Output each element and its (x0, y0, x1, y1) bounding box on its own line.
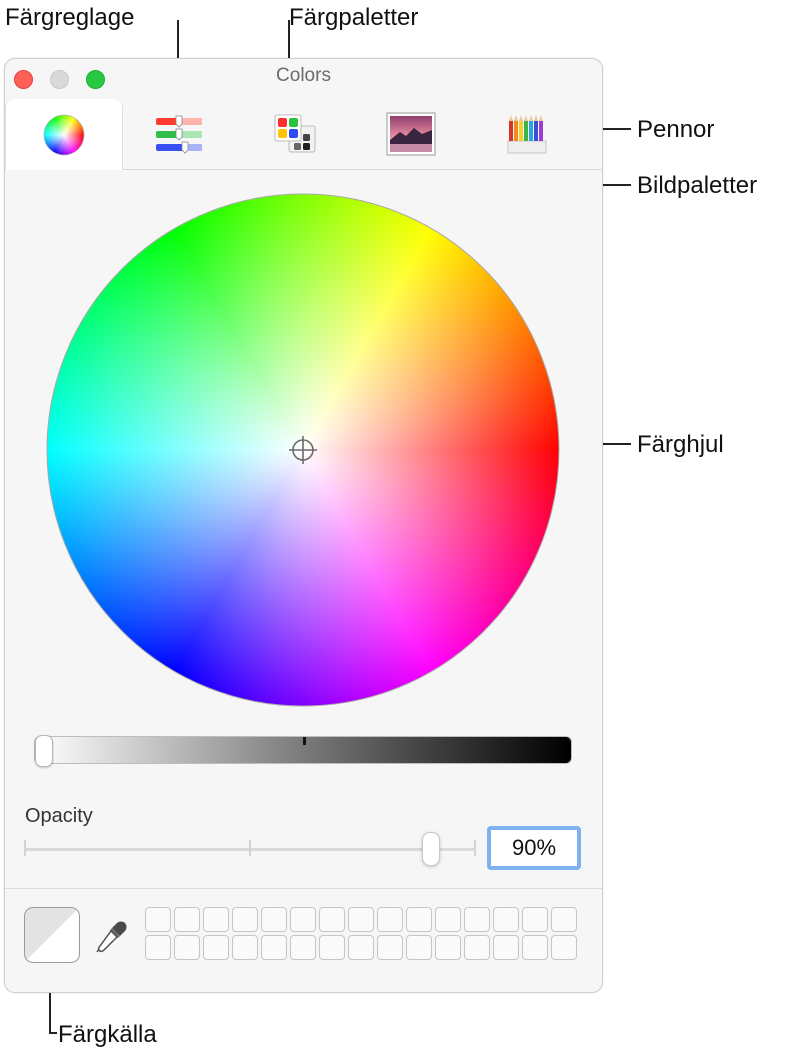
opacity-label: Opacity (25, 805, 93, 827)
color-swatch[interactable] (145, 935, 171, 960)
callout-pencils: Pennor (637, 116, 715, 143)
colors-window: Colors Opacity 90% (4, 58, 603, 993)
opacity-tick (249, 840, 251, 856)
window-title: Colors (276, 65, 331, 86)
brightness-slider-knob[interactable] (35, 735, 53, 767)
callout-image-palettes: Bildpaletter (637, 172, 758, 199)
color-swatch[interactable] (406, 935, 432, 960)
color-swatch[interactable] (464, 907, 490, 932)
color-swatch[interactable] (232, 907, 258, 932)
color-swatch[interactable] (348, 907, 374, 932)
opacity-slider-fill (25, 848, 430, 851)
color-swatch[interactable] (522, 907, 548, 932)
color-wheel-icon (43, 114, 85, 155)
color-swatch[interactable] (203, 907, 229, 932)
palette-icon (274, 114, 316, 153)
callout-color-wheel: Färghjul (637, 431, 724, 458)
color-swatch[interactable] (493, 935, 519, 960)
color-swatch[interactable] (435, 935, 461, 960)
color-swatch[interactable] (493, 907, 519, 932)
color-swatch[interactable] (551, 935, 577, 960)
brightness-marker (303, 737, 306, 745)
color-source-swatch[interactable] (24, 907, 80, 963)
color-swatch[interactable] (261, 907, 287, 932)
eyedropper-icon (96, 921, 127, 953)
leader-line (49, 1032, 57, 1034)
color-swatch[interactable] (290, 935, 316, 960)
tab-color-sliders[interactable] (121, 99, 237, 169)
color-swatch[interactable] (203, 935, 229, 960)
tab-color-wheel[interactable] (5, 99, 123, 170)
opacity-tick (24, 840, 26, 856)
color-wheel[interactable] (45, 192, 561, 708)
callout-color-palettes: Färgpaletter (289, 4, 419, 31)
brightness-slider[interactable] (34, 735, 572, 767)
title-bar: Colors (5, 59, 602, 99)
opacity-slider-knob[interactable] (422, 832, 440, 866)
callout-color-sliders: Färgreglage (5, 4, 135, 31)
color-swatch[interactable] (319, 935, 345, 960)
color-swatch[interactable] (348, 935, 374, 960)
color-swatch[interactable] (435, 907, 461, 932)
color-swatch[interactable] (145, 907, 171, 932)
color-swatch[interactable] (261, 935, 287, 960)
pencils-icon (507, 115, 547, 154)
color-swatch[interactable] (174, 907, 200, 932)
color-swatch[interactable] (551, 907, 577, 932)
color-swatch[interactable] (174, 935, 200, 960)
image-icon (386, 112, 436, 156)
color-swatch[interactable] (522, 935, 548, 960)
opacity-tick (474, 840, 476, 856)
color-swatch[interactable] (406, 907, 432, 932)
tab-image-palettes[interactable] (353, 99, 469, 169)
color-swatch[interactable] (290, 907, 316, 932)
divider (5, 888, 602, 889)
tab-pencils[interactable] (469, 99, 585, 169)
tab-color-palettes[interactable] (237, 99, 353, 169)
eyedropper-button[interactable] (93, 919, 129, 955)
color-swatch[interactable] (377, 935, 403, 960)
color-wheel-graphic[interactable] (45, 192, 561, 708)
color-swatch[interactable] (377, 907, 403, 932)
color-swatch[interactable] (464, 935, 490, 960)
sliders-icon (156, 115, 202, 154)
swatch-grid (145, 907, 577, 960)
opacity-value-field[interactable]: 90% (487, 826, 581, 870)
callout-color-source: Färgkälla (58, 1021, 157, 1048)
toolbar (5, 99, 602, 170)
color-swatch[interactable] (232, 935, 258, 960)
color-swatch[interactable] (319, 907, 345, 932)
